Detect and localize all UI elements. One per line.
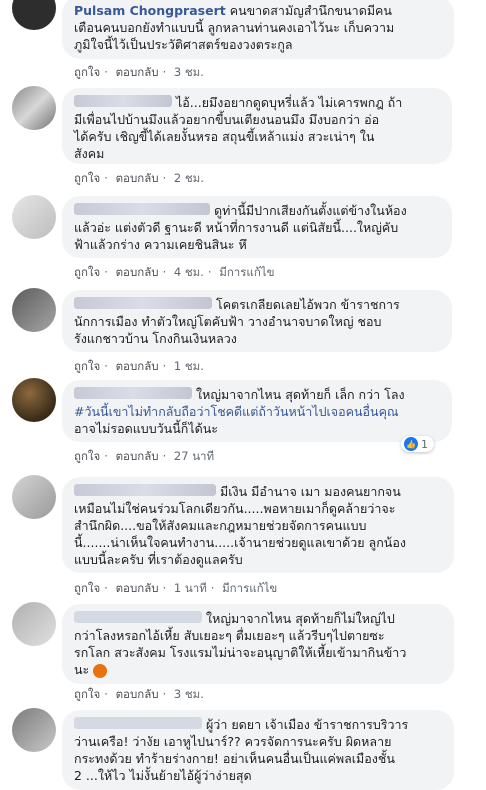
comment-bubble: ไอ้...ยมึงอยากดูดบุหรี่แล้ว ไม่เคารพกฎ ถ… — [62, 88, 452, 164]
comment-text: ไอ้...ยมึงอยากดูดบุหรี่แล้ว ไม่เคารพกฎ ถ… — [175, 95, 403, 110]
commenter-name[interactable] — [74, 95, 172, 107]
comment-text: รกโลก สวะสังคม โรงแรมไม่น่าจะอนุญาติให้เ… — [74, 645, 407, 660]
comment-text: นะ — [74, 662, 90, 677]
comment-text: สังคม — [74, 146, 105, 161]
timestamp[interactable]: 3 ชม. — [174, 687, 204, 701]
comment-text: ว่านเครือ! ว่างัย เอาหูไปนาร์?? ควรจัดกา… — [74, 734, 392, 749]
avatar[interactable] — [12, 195, 56, 239]
timestamp[interactable]: 3 ชม. — [174, 65, 204, 79]
comment-actions: ถูกใจ · ตอบกลับ · 4 ชม. · มีการแก้ไข — [74, 265, 275, 279]
comment-bubble: มีเงิน มีอำนาจ เมา มองคนยากจน เหมือนไม่ใ… — [62, 477, 454, 573]
comment-text: 2 ...ให้ไว ไม่งั้นย้ายไอ้ผู้ว่าง่ายสุด — [74, 768, 252, 783]
comment-text: นี้.......น่าเห็นใจคนทำงาน.....เจ้านายช่… — [74, 535, 406, 550]
comment-text: ภูมิใจนี้ไว้เป็นประวัติศาสตร์ของวงตระกูล — [74, 37, 293, 52]
reply-link[interactable]: ตอบกลับ — [116, 265, 159, 279]
timestamp[interactable]: 1 ชม. — [174, 359, 204, 373]
avatar[interactable] — [12, 708, 56, 752]
commenter-name[interactable] — [74, 387, 192, 399]
commenter-name[interactable] — [74, 203, 210, 215]
comment-text: เหมือนไม่ใช่คนร่วมโลกเดียวกัน.....พอหายเ… — [74, 501, 396, 516]
hashtag-text[interactable]: #วันนี้เขาไม่ทำกลับถือว่าโชคดีแต่ถ้าวันห… — [74, 403, 440, 420]
comment-text: คนขาดสามัญสำนึกขนาดมีคน — [229, 3, 392, 18]
comment-text: แล้วอ่ะ แต่งตัวดี ฐานะดี หน้าที่การงานดี… — [74, 220, 399, 235]
reply-link[interactable]: ตอบกลับ — [116, 449, 159, 463]
timestamp[interactable]: 2 ชม. — [174, 171, 204, 185]
reply-link[interactable]: ตอบกลับ — [116, 65, 159, 79]
like-link[interactable]: ถูกใจ — [74, 449, 100, 463]
edited-label[interactable]: มีการแก้ไข — [222, 581, 277, 595]
timestamp[interactable]: 1 นาที — [174, 581, 207, 595]
timestamp[interactable]: 27 นาที — [174, 449, 214, 463]
like-link[interactable]: ถูกใจ — [74, 581, 100, 595]
comment-text: กระทงด้วย ทำร้ายร่างกาย! อย่าเห็นคนอื่นเ… — [74, 751, 395, 766]
comment-text: ใหญ่มาจากไหน สุดท้ายก็ไม่ใหญ่ไป — [205, 611, 395, 626]
commenter-name[interactable]: Pulsam Chongprasert — [74, 3, 226, 18]
like-link[interactable]: ถูกใจ — [74, 65, 100, 79]
commenter-name[interactable] — [74, 484, 216, 496]
comment-text: มีเงิน มีอำนาจ เมา มองคนยากจน — [219, 484, 401, 499]
comment-text: โคตรเกลียดเลยไอ้พวก ข้าราชการ — [215, 297, 400, 312]
angry-face-icon — [93, 663, 108, 678]
comment-text: นักการเมือง ทำตัวใหญ่โตคับฟ้า วางอำนาจบา… — [74, 314, 382, 329]
comment-text: ได้ครับ เชิญขี้ได้เลยงั้นหรอ สถุนขี้เหล้… — [74, 129, 375, 144]
reply-link[interactable]: ตอบกลับ — [116, 359, 159, 373]
reply-link[interactable]: ตอบกลับ — [116, 171, 159, 185]
comment-bubble: Pulsam Chongprasert คนขาดสามัญสำนึกขนาดม… — [62, 0, 454, 59]
comment-actions: ถูกใจ · ตอบกลับ · 1 นาที · มีการแก้ไข — [74, 581, 278, 595]
comment-text: อาจไม่รอดแบบวันนี้ก็ได้นะ — [74, 421, 218, 436]
comment-text: รังแกชาวบ้าน โกงกินเงินหลวง — [74, 331, 237, 346]
comment-text: ดูท่านี้มีปากเสียงกันตั้งแต่ข้างในห้อง — [213, 203, 407, 218]
reaction-number: 1 — [421, 437, 428, 451]
avatar[interactable] — [12, 288, 56, 332]
avatar[interactable] — [12, 0, 56, 30]
reply-link[interactable]: ตอบกลับ — [116, 687, 159, 701]
like-link[interactable]: ถูกใจ — [74, 265, 100, 279]
comment-text: กว่าโลงหรอกไอ้เหี้ย สับเยอะๆ ตื่มเยอะๆ แ… — [74, 628, 385, 643]
avatar[interactable] — [12, 86, 56, 130]
comment-bubble: โคตรเกลียดเลยไอ้พวก ข้าราชการ นักการเมือ… — [62, 290, 452, 352]
like-link[interactable]: ถูกใจ — [74, 359, 100, 373]
avatar[interactable] — [12, 378, 56, 422]
thumbs-up-icon: 👍 — [404, 437, 418, 451]
comment-bubble: ใหญ่มาจากไหน สุดท้ายก็ไม่ใหญ่ไป กว่าโลงห… — [62, 604, 454, 684]
edited-label[interactable]: มีการแก้ไข — [219, 265, 274, 279]
comment-bubble: ใหญ่มาจากไหน สุดท้ายก็ เล็ก กว่า โลง #วั… — [62, 380, 452, 442]
comment-actions: ถูกใจ · ตอบกลับ · 27 นาที — [74, 449, 215, 463]
timestamp[interactable]: 4 ชม. — [174, 265, 204, 279]
comment-text: สำนึกผิด....ขอให้สังคมและกฎหมายช่วยจัดกา… — [74, 518, 367, 533]
comment-text: เตือนคนบอกยังทำแบบนี้ ลูกหลานท่านคงเอาไว… — [74, 20, 395, 35]
comment-bubble: ดูท่านี้มีปากเสียงกันตั้งแต่ข้างในห้อง แ… — [62, 196, 452, 258]
reaction-count[interactable]: 👍 1 — [401, 436, 434, 452]
comment-actions: ถูกใจ · ตอบกลับ · 3 ชม. — [74, 687, 204, 701]
avatar[interactable] — [12, 475, 56, 519]
comment-bubble: ผู้ว่า ยดยา เจ้าเมือง ข้าราชการบริวาร ว่… — [62, 710, 454, 790]
comment-actions: ถูกใจ · ตอบกลับ · 2 ชม. — [74, 171, 204, 185]
commenter-name[interactable] — [74, 717, 202, 729]
comment-text: แบบนี้ละครับ ที่เราต้องดูแลครับ — [74, 552, 243, 567]
commenter-name[interactable] — [74, 611, 202, 623]
comment-text: ใหญ่มาจากไหน สุดท้ายก็ เล็ก กว่า โลง — [195, 387, 405, 402]
like-link[interactable]: ถูกใจ — [74, 687, 100, 701]
like-link[interactable]: ถูกใจ — [74, 171, 100, 185]
comment-text: มีเพื่อนไปบ้านมึงแล้วอยากขี้บนเตียงนอนมึ… — [74, 112, 380, 127]
avatar[interactable] — [12, 602, 56, 646]
comment-actions: ถูกใจ · ตอบกลับ · 1 ชม. — [74, 359, 204, 373]
comment-text: ผู้ว่า ยดยา เจ้าเมือง ข้าราชการบริวาร — [205, 717, 409, 732]
reply-link[interactable]: ตอบกลับ — [116, 581, 159, 595]
commenter-name[interactable] — [74, 297, 212, 309]
comment-actions: ถูกใจ · ตอบกลับ · 3 ชม. — [74, 65, 204, 79]
comment-text: ฟ้าแล้วกร่าง ความเคยชินสินะ หึ — [74, 237, 247, 252]
